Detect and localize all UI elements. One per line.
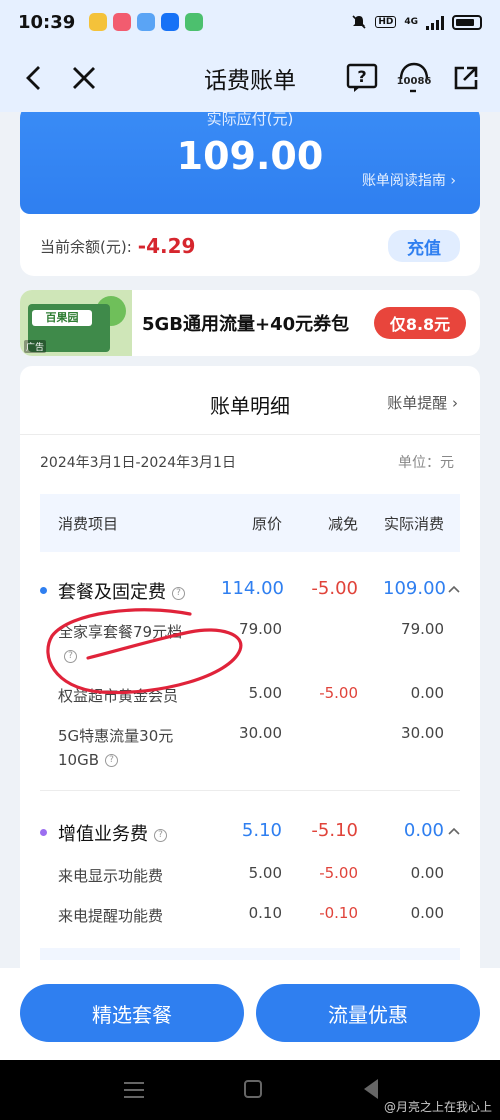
item-original: 5.00	[248, 864, 282, 882]
chevron-left-icon	[26, 66, 40, 90]
hotline-number: 10086	[396, 75, 432, 87]
chevron-up-icon[interactable]	[448, 826, 460, 836]
help-icon: ?	[346, 63, 378, 92]
menu-icon[interactable]	[124, 1082, 144, 1098]
app-blue-icon	[137, 13, 156, 31]
home-icon[interactable]	[244, 1080, 262, 1098]
due-label: 实际应付(元)	[206, 112, 294, 128]
item-actual: 0.00	[410, 684, 444, 702]
item-original: 79.00	[239, 620, 282, 638]
featured-plans-button[interactable]: 精选套餐	[20, 984, 244, 1042]
bill-reminder-link[interactable]: 账单提醒 ›	[387, 392, 458, 413]
help-icon[interactable]: ?	[172, 586, 185, 600]
item-discount: -5.00	[319, 864, 358, 882]
table-header: 消费项目 原价 减免 实际消费	[40, 494, 460, 552]
app-green-icon	[185, 13, 204, 31]
help-icon[interactable]: ?	[64, 650, 77, 663]
share-icon	[454, 66, 478, 90]
col-item: 消费项目	[58, 515, 119, 533]
app-red-icon	[113, 13, 132, 31]
bottom-action-bar: 精选套餐 流量优惠	[0, 968, 500, 1060]
item-actual: 0.00	[410, 904, 444, 922]
item-actual: 79.00	[401, 620, 444, 638]
balance-value: -4.29	[137, 234, 196, 258]
item-discount: -5.00	[319, 684, 358, 702]
balance-row: 当前余额(元): -4.29 充值	[40, 228, 460, 264]
hd-badge: HD	[375, 16, 397, 28]
item-discount: -0.10	[319, 904, 358, 922]
group-row-value-added[interactable]: 增值业务费? 5.10 -5.10 0.00	[40, 816, 460, 846]
item-name: 权益超市黄金会员	[58, 687, 179, 705]
group-bullet	[40, 587, 47, 594]
weibo-icon	[89, 13, 108, 31]
item-name: 来电显示功能费	[58, 867, 164, 885]
group-discount: -5.10	[311, 820, 358, 841]
group-original: 114.00	[221, 578, 284, 599]
zhihu-icon	[161, 13, 180, 31]
recharge-button[interactable]: 充值	[388, 230, 460, 262]
status-bar: 10:39 HD 4G	[0, 0, 500, 44]
group-bullet	[40, 829, 47, 836]
unit-label: 单位：元	[398, 455, 454, 471]
promo-image: 百果园 广告	[20, 290, 132, 356]
item-original: 0.10	[248, 904, 282, 922]
group-row-package[interactable]: 套餐及固定费? 114.00 -5.00 109.00	[40, 574, 460, 604]
promo-buy-button[interactable]: 仅8.8元	[374, 307, 466, 339]
back-button[interactable]	[14, 58, 54, 98]
item-name: 5G特惠流量30元 10GB?	[58, 727, 174, 769]
signal-icon	[426, 15, 444, 30]
group-actual: 0.00	[403, 820, 444, 841]
status-time: 10:39	[18, 11, 76, 33]
network-type: 4G	[404, 17, 418, 27]
hotline-button[interactable]: 10086	[394, 58, 434, 98]
content-scroll[interactable]: 实际应付(元) 109.00 账单阅读指南 › 当前余额(元): -4.29 充…	[0, 112, 500, 968]
group-original: 5.10	[241, 820, 282, 841]
system-nav-bar: @月亮之上在我心上	[0, 1060, 500, 1120]
item-name: 来电提醒功能费	[58, 907, 164, 925]
close-button[interactable]	[64, 58, 104, 98]
date-range: 2024年3月1日-2024年3月1日	[40, 455, 236, 471]
help-icon[interactable]: ?	[105, 754, 119, 767]
bill-summary-card: 实际应付(元) 109.00 账单阅读指南 › 当前余额(元): -4.29 充…	[20, 112, 480, 276]
ad-tag: 广告	[24, 340, 47, 353]
nav-bar: 话费账单 ? 10086	[0, 44, 500, 112]
back-triangle-icon[interactable]	[364, 1079, 378, 1099]
help-button[interactable]: ?	[342, 58, 382, 98]
col-original: 原价	[251, 515, 282, 533]
item-name: 全家享套餐79元档?	[58, 623, 183, 663]
balance-label: 当前余额(元):	[40, 237, 132, 256]
col-actual: 实际消费	[383, 515, 444, 533]
close-icon	[73, 67, 95, 89]
shop-sign: 百果园	[32, 310, 92, 326]
chevron-up-icon[interactable]	[448, 584, 460, 594]
group-name: 套餐及固定费?	[58, 578, 185, 604]
bill-banner: 实际应付(元) 109.00 账单阅读指南 ›	[20, 112, 480, 214]
group-discount: -5.00	[311, 578, 358, 599]
group-actual: 109.00	[383, 578, 446, 599]
data-offers-button[interactable]: 流量优惠	[256, 984, 480, 1042]
bill-guide-link[interactable]: 账单阅读指南 ›	[362, 170, 456, 190]
watermark: @月亮之上在我心上	[383, 1100, 492, 1114]
status-indicators: HD 4G	[351, 14, 482, 30]
divider	[40, 790, 460, 791]
promo-text: 5GB通用流量+40元券包	[142, 314, 350, 335]
group-name: 增值业务费?	[58, 820, 167, 846]
mute-icon	[352, 15, 366, 29]
svg-text:?: ?	[357, 67, 366, 86]
item-actual: 0.00	[410, 864, 444, 882]
divider	[40, 948, 460, 960]
divider	[20, 434, 480, 435]
status-app-icons	[89, 13, 204, 31]
item-original: 5.00	[248, 684, 282, 702]
share-button[interactable]	[446, 58, 486, 98]
col-discount: 减免	[327, 515, 358, 533]
promo-banner[interactable]: 百果园 广告 5GB通用流量+40元券包 仅8.8元	[20, 290, 480, 356]
battery-icon	[452, 14, 482, 30]
bill-detail-card: 账单明细 账单提醒 › 2024年3月1日-2024年3月1日 单位：元 消费项…	[20, 366, 480, 968]
item-original: 30.00	[239, 724, 282, 742]
help-icon[interactable]: ?	[154, 828, 167, 842]
item-actual: 30.00	[401, 724, 444, 742]
